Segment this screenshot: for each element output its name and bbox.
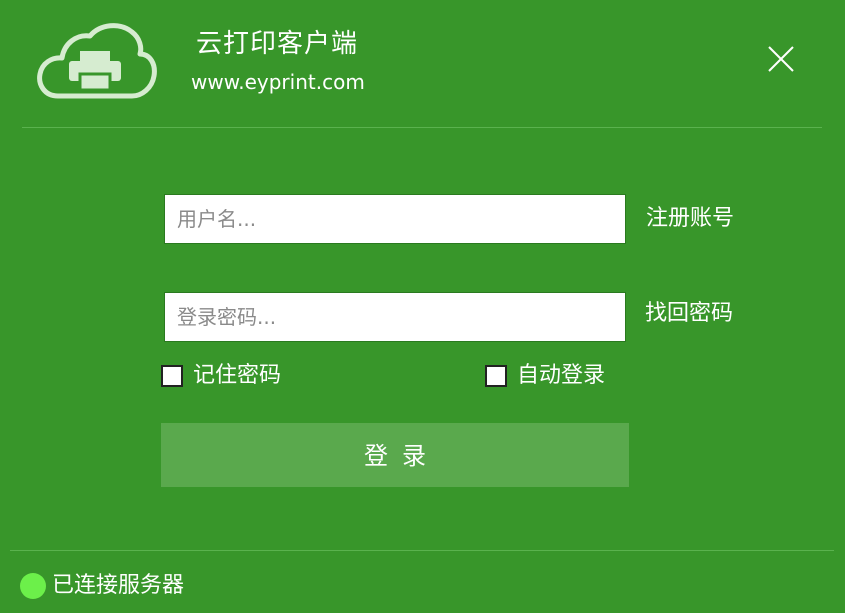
close-button[interactable] xyxy=(762,40,800,78)
password-input[interactable] xyxy=(164,292,626,342)
footer-divider xyxy=(10,550,834,551)
connection-status: 已连接服务器 xyxy=(20,571,184,601)
recover-password-link[interactable]: 找回密码 xyxy=(645,300,733,328)
close-icon xyxy=(768,46,794,72)
cloud-printer-logo-icon xyxy=(36,18,158,100)
app-title: 云打印客户端 xyxy=(196,29,359,59)
status-text: 已连接服务器 xyxy=(52,573,185,598)
auto-login-label: 自动登录 xyxy=(517,363,606,388)
auto-login-option[interactable]: 自动登录 xyxy=(485,362,605,390)
app-url: www.eyprint.com xyxy=(191,70,365,94)
remember-password-label: 记住密码 xyxy=(193,363,282,388)
username-input[interactable] xyxy=(164,194,626,244)
status-indicator-icon xyxy=(20,573,46,599)
remember-password-checkbox[interactable] xyxy=(161,365,183,387)
auto-login-checkbox[interactable] xyxy=(485,365,507,387)
login-button[interactable]: 登录 xyxy=(161,423,629,487)
header-divider xyxy=(22,127,822,128)
register-account-link[interactable]: 注册账号 xyxy=(646,205,734,233)
remember-password-option[interactable]: 记住密码 xyxy=(161,362,281,390)
